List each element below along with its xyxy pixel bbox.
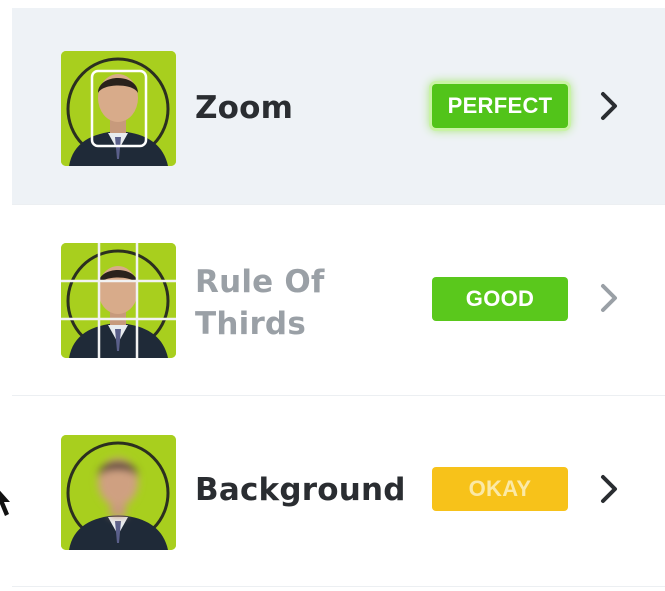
item-label-line: Rule Of (195, 264, 325, 300)
item-label: Rule Of Thirds (195, 261, 325, 345)
status-badge: GOOD (432, 277, 568, 321)
portrait-zoom-frame-icon (61, 51, 176, 166)
chevron-right-icon[interactable] (595, 469, 623, 509)
list-item-background[interactable]: Background OKAY (12, 395, 665, 587)
list-item-rule-of-thirds[interactable]: Rule Of Thirds GOOD (12, 204, 665, 395)
chevron-right-icon[interactable] (595, 278, 623, 318)
item-label: Background (195, 472, 406, 508)
list-item-zoom[interactable]: Zoom PERFECT (12, 8, 665, 204)
item-label-line: Thirds (195, 306, 306, 342)
portrait-thirds-grid-icon (61, 243, 176, 358)
item-label: Zoom (195, 90, 294, 126)
status-badge: OKAY (432, 467, 568, 511)
mouse-cursor-icon (0, 490, 10, 516)
chevron-right-icon[interactable] (595, 86, 623, 126)
portrait-blurred-face-icon (61, 435, 176, 550)
photo-analysis-list: Zoom PERFECT Rule Of Thirds GOOD Backgro… (0, 0, 665, 591)
status-badge: PERFECT (432, 84, 568, 128)
